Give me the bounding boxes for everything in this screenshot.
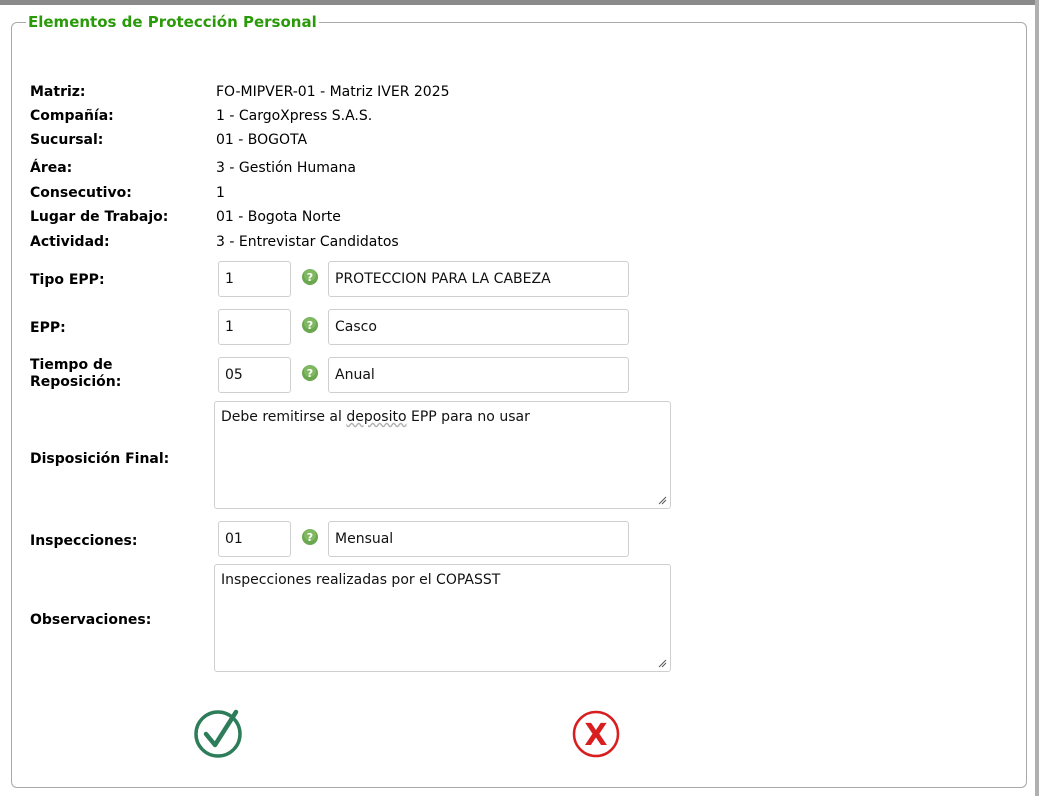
- x-circle-icon[interactable]: X: [571, 709, 621, 759]
- svg-text:?: ?: [307, 531, 313, 544]
- disposicion-text-before: Debe remitirse al: [221, 409, 347, 425]
- tiempo-reposicion-code-input[interactable]: 05: [218, 357, 291, 393]
- consecutivo-value: 1: [216, 185, 225, 201]
- svg-text:?: ?: [307, 271, 313, 284]
- actividad-value: 3 - Entrevistar Candidatos: [216, 234, 399, 250]
- tipo-epp-code-input[interactable]: 1: [218, 261, 291, 297]
- disposicion-final-textarea[interactable]: Debe remitirse al deposito EPP para no u…: [214, 401, 671, 509]
- lugar-trabajo-label: Lugar de Trabajo:: [30, 209, 169, 225]
- area-label: Área:: [30, 160, 73, 176]
- inspecciones-code-input[interactable]: 01: [218, 521, 291, 557]
- question-circle-icon[interactable]: ?: [301, 364, 319, 382]
- sucursal-value: 01 - BOGOTA: [216, 132, 308, 148]
- question-circle-icon[interactable]: ?: [301, 528, 319, 546]
- consecutivo-label: Consecutivo:: [30, 185, 132, 201]
- epp-code-input[interactable]: 1: [218, 309, 291, 345]
- disposicion-final-label: Disposición Final:: [30, 451, 170, 467]
- tipo-epp-description-input[interactable]: PROTECCION PARA LA CABEZA: [328, 261, 629, 297]
- area-value: 3 - Gestión Humana: [216, 160, 356, 176]
- matriz-value: FO-MIPVER-01 - Matriz IVER 2025: [216, 84, 450, 100]
- tiempo-reposicion-description-input[interactable]: Anual: [328, 357, 629, 393]
- observaciones-label: Observaciones:: [30, 612, 152, 628]
- question-circle-icon[interactable]: ?: [301, 268, 319, 286]
- svg-text:?: ?: [307, 367, 313, 380]
- resize-grip-icon[interactable]: [657, 658, 667, 668]
- epp-description-input[interactable]: Casco: [328, 309, 629, 345]
- check-circle-icon[interactable]: [192, 705, 246, 759]
- actividad-label: Actividad:: [30, 234, 110, 250]
- observaciones-textarea[interactable]: Inspecciones realizadas por el COPASST: [214, 564, 671, 672]
- tiempo-reposicion-label-line1: Tiempo de: [30, 357, 113, 373]
- svg-text:?: ?: [307, 319, 313, 332]
- sucursal-label: Sucursal:: [30, 132, 104, 148]
- tiempo-reposicion-label-line2: Reposición:: [30, 374, 122, 390]
- panel-title: Elementos de Protección Personal: [26, 11, 319, 33]
- question-circle-icon[interactable]: ?: [301, 316, 319, 334]
- resize-grip-icon[interactable]: [657, 495, 667, 505]
- inspecciones-label: Inspecciones:: [30, 533, 138, 549]
- compania-value: 1 - CargoXpress S.A.S.: [216, 108, 373, 124]
- window-top-edge: [0, 0, 1039, 5]
- svg-text:X: X: [584, 718, 607, 753]
- disposicion-text-after: EPP para no usar: [406, 409, 530, 425]
- compania-label: Compañía:: [30, 108, 114, 124]
- inspecciones-description-input[interactable]: Mensual: [328, 521, 629, 557]
- window-scroll-edge: [1035, 0, 1039, 796]
- lugar-trabajo-value: 01 - Bogota Norte: [216, 209, 341, 225]
- disposicion-text-misspelled: deposito: [346, 409, 407, 425]
- observaciones-text: Inspecciones realizadas por el COPASST: [221, 572, 501, 588]
- matriz-label: Matriz:: [30, 84, 86, 100]
- epp-label: EPP:: [30, 320, 66, 336]
- tipo-epp-label: Tipo EPP:: [30, 272, 105, 288]
